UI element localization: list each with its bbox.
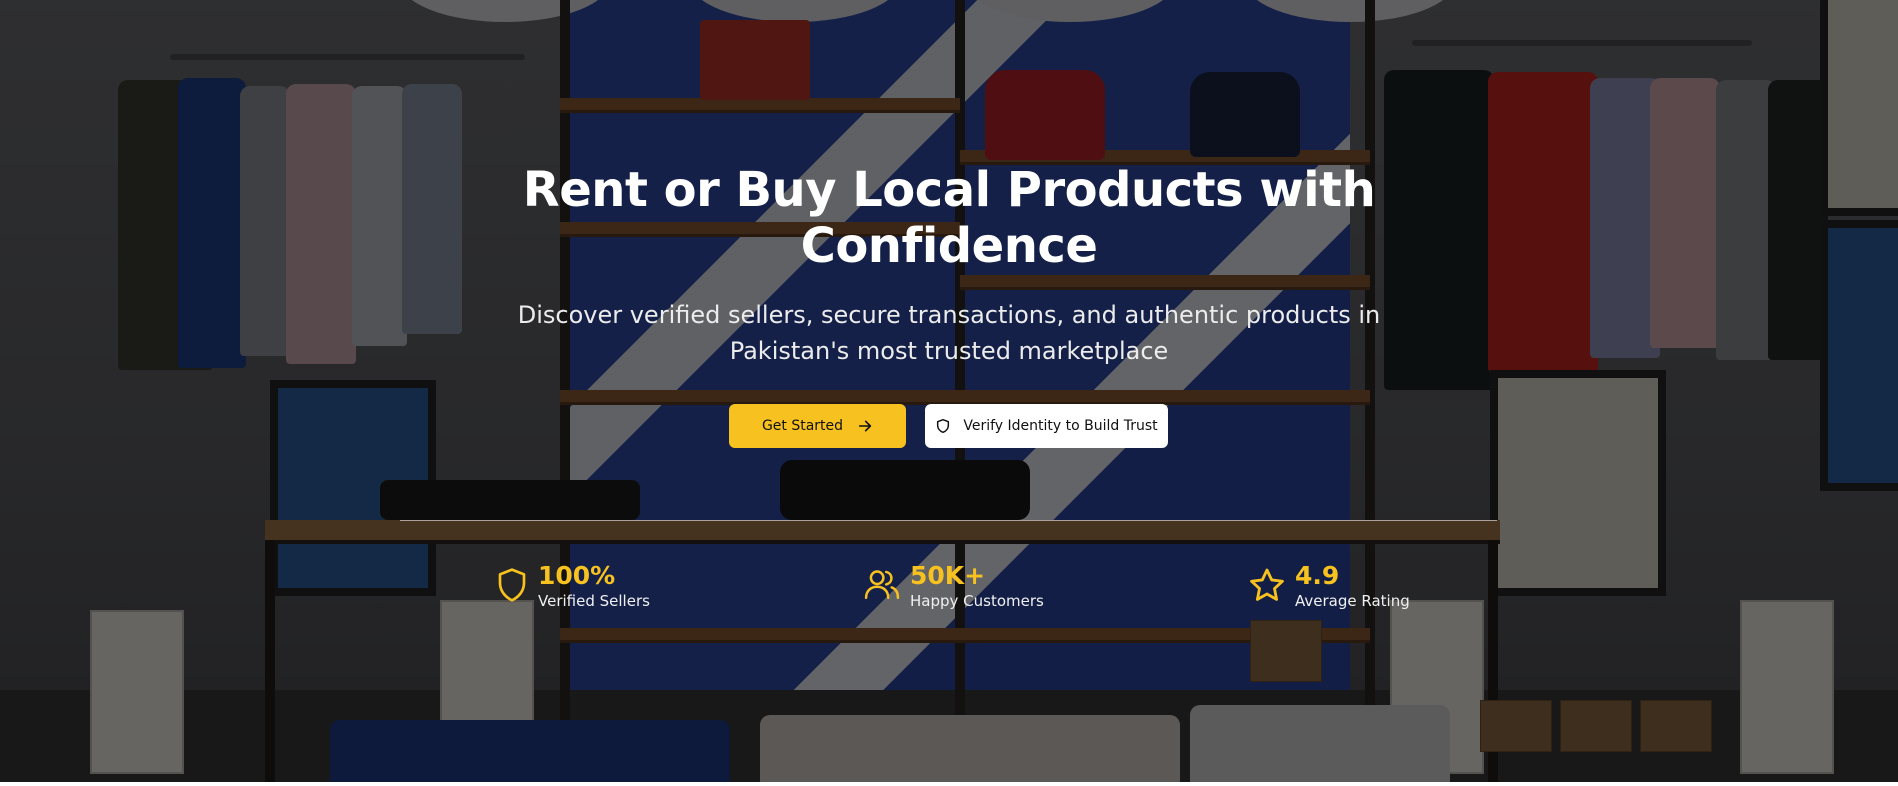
arrow-right-icon <box>857 418 873 434</box>
shield-icon <box>935 418 951 434</box>
stat-verified-sellers: 100% Verified Sellers <box>496 561 650 617</box>
users-icon <box>864 567 900 605</box>
get-started-button[interactable]: Get Started <box>729 404 906 448</box>
shield-icon <box>496 567 528 607</box>
stat-value: 100% <box>538 561 616 590</box>
verify-identity-button[interactable]: Verify Identity to Build Trust <box>925 404 1168 448</box>
get-started-label: Get Started <box>761 418 844 434</box>
stat-average-rating: 4.9 Average Rating <box>1249 561 1410 617</box>
stat-label: Happy Customers <box>910 592 1044 610</box>
stat-label: Verified Sellers <box>538 592 650 610</box>
stat-label: Average Rating <box>1295 592 1410 610</box>
hero-section: Rent or Buy Local Products with Confiden… <box>0 0 1898 782</box>
stat-value: 50K+ <box>910 561 986 590</box>
stat-happy-customers: 50K+ Happy Customers <box>864 561 1044 617</box>
hero-headline: Rent or Buy Local Products with Confiden… <box>522 162 1376 274</box>
hero-subheadline: Discover verified sellers, secure transa… <box>517 301 1381 365</box>
stat-value: 4.9 <box>1295 561 1340 590</box>
verify-identity-label: Verify Identity to Build Trust <box>963 418 1158 434</box>
hero-content: Rent or Buy Local Products with Confiden… <box>0 0 1898 782</box>
stats-divider <box>400 520 1497 521</box>
star-icon <box>1249 567 1285 607</box>
